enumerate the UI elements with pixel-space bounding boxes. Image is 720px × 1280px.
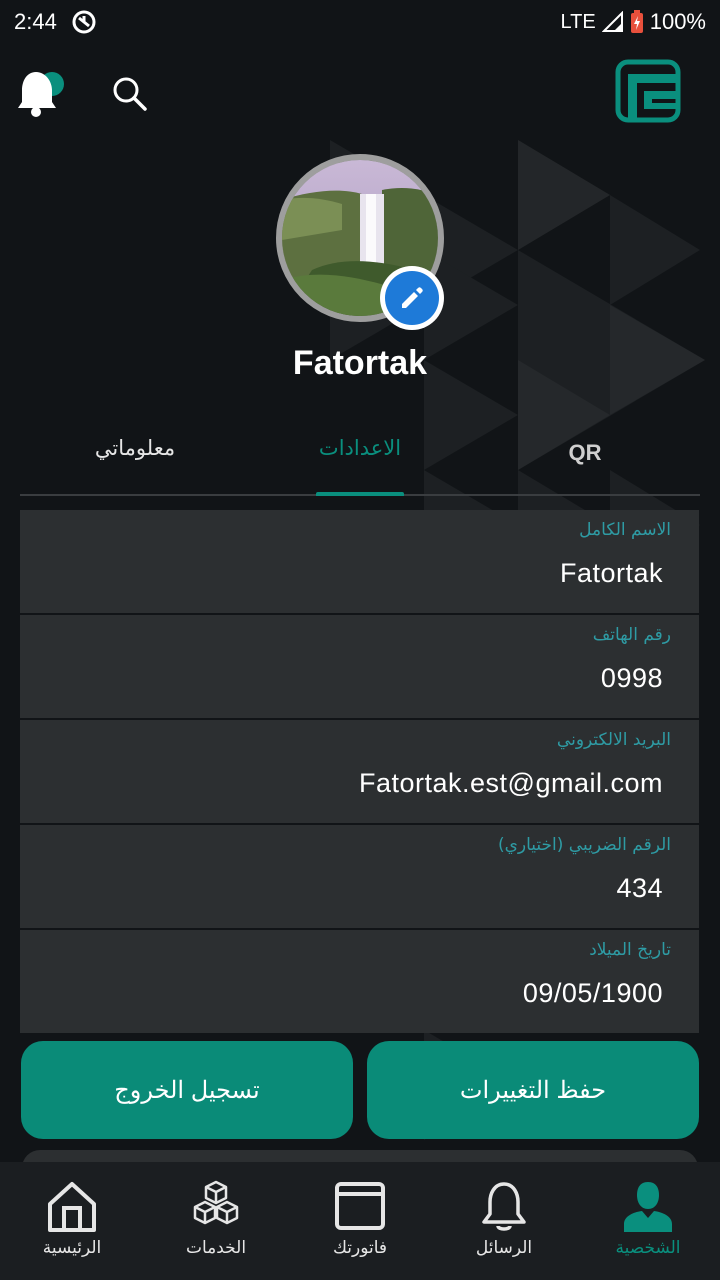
network-label: LTE (560, 10, 596, 33)
nav-item-services[interactable]: الخدمات (144, 1162, 288, 1280)
email-field[interactable]: البريد الالكتروني Fatortak.est@gmail.com (20, 720, 699, 823)
field-value[interactable]: Fatortak (560, 558, 663, 589)
search-icon (113, 77, 147, 111)
nav-label: الشخصية (615, 1238, 681, 1258)
signal-icon (601, 11, 623, 32)
data-saver-icon (72, 10, 96, 34)
nav-item-messages[interactable]: الرسائل (432, 1162, 576, 1280)
edit-avatar-circle (385, 271, 439, 325)
tab-my-info[interactable]: معلوماتي (80, 436, 190, 460)
tab-qr[interactable]: QR (550, 440, 620, 466)
field-label: الرقم الضريبي (اختياري) (497, 835, 671, 855)
battery-icon (630, 10, 643, 33)
cubes-icon (193, 1180, 239, 1225)
field-value[interactable]: Fatortak.est@gmail.com (359, 768, 663, 799)
full-name-field[interactable]: الاسم الكامل Fatortak (20, 510, 699, 613)
profile-form: الاسم الكامل Fatortak رقم الهاتف 0998 ال… (20, 510, 699, 1035)
nav-item-profile[interactable]: الشخصية (576, 1162, 720, 1280)
window-icon (335, 1182, 385, 1230)
save-changes-button[interactable]: حفظ التغييرات (367, 1041, 699, 1139)
edit-avatar-button[interactable] (380, 266, 444, 330)
status-time: 2:44 (14, 9, 57, 34)
birth-date-field[interactable]: تاريخ الميلاد 09/05/1900 (20, 930, 699, 1033)
nav-item-invoices[interactable]: فاتورتك (288, 1162, 432, 1280)
bell-icon (482, 1182, 526, 1231)
phone-field[interactable]: رقم الهاتف 0998 (20, 615, 699, 718)
profile-tabs: معلوماتي الاعدادات QR (20, 428, 700, 496)
logout-button[interactable]: تسجيل الخروج (21, 1041, 353, 1139)
bell-icon (18, 72, 64, 117)
nav-label: الخدمات (185, 1238, 247, 1258)
nav-label: الرئيسية (42, 1238, 102, 1258)
search-button[interactable] (108, 72, 152, 116)
notifications-button[interactable] (14, 66, 68, 120)
field-label: البريد الالكتروني (556, 730, 671, 750)
app-logo (614, 58, 686, 124)
tab-settings[interactable]: الاعدادات (310, 436, 410, 460)
field-label: رقم الهاتف (592, 625, 671, 645)
tax-number-field[interactable]: الرقم الضريبي (اختياري) 434 (20, 825, 699, 928)
profile-name: Fatortak (292, 344, 428, 382)
home-icon (48, 1182, 96, 1232)
person-icon (624, 1182, 672, 1232)
field-value[interactable]: 09/05/1900 (523, 978, 663, 1009)
bottom-navigation: الرئيسية الخدمات فاتورتك الرسائل الشخصية (0, 1162, 720, 1280)
field-value[interactable]: 434 (616, 873, 663, 904)
nav-item-home[interactable]: الرئيسية (0, 1162, 144, 1280)
field-label: تاريخ الميلاد (589, 940, 671, 960)
pencil-icon (402, 287, 423, 308)
top-bar (0, 56, 720, 128)
battery-percent: 100% (649, 9, 706, 34)
status-bar: 2:44 LTE 100% (0, 0, 720, 44)
nav-label: الرسائل (475, 1238, 533, 1258)
nav-label: فاتورتك (332, 1238, 388, 1258)
field-value[interactable]: 0998 (601, 663, 663, 694)
active-tab-indicator (316, 492, 404, 496)
field-label: الاسم الكامل (579, 520, 671, 540)
